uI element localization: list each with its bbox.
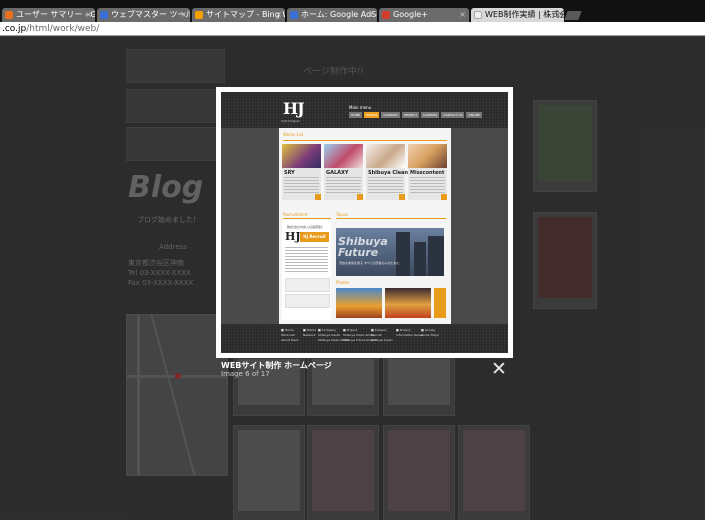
footer-column: ■ Privacy Information Rules	[396, 328, 423, 337]
card-name: GALAXY	[326, 170, 349, 176]
lightbox-image[interactable]: HJ hybrid japan Main menu HOME WORKS COMPA…	[221, 92, 508, 353]
preview-footer: ■ Home Work List About Team ■ Works Network…	[221, 324, 508, 353]
tab-close-icon[interactable]: ×	[367, 8, 374, 22]
preview-nav: HOME WORKS COMPANY PROJECT CAREERS CONTACT US…	[349, 112, 484, 118]
tab-2[interactable]: サイトマップ - Bing Web ×	[192, 8, 285, 22]
preview-photo	[336, 288, 382, 318]
preview-side-banner	[285, 294, 330, 308]
preview-divider	[283, 140, 447, 141]
preview-photo-tab	[434, 288, 446, 318]
preview-recruit-text	[285, 247, 328, 273]
tab-label: ウェブマスター ツール	[111, 10, 190, 19]
lightbox-image-counter: Image 6 of 17	[221, 370, 270, 378]
card-name: SRY	[284, 170, 295, 176]
preview-shibuya-banner: Shibuya Future 渋谷の未来を創る すべての渋谷の人のために	[336, 228, 444, 276]
tab-close-icon[interactable]: ×	[275, 8, 282, 22]
tab-1[interactable]: ウェブマスター ツール ×	[97, 8, 190, 22]
tab-5-active[interactable]: WEB制作実績 | 株式会 ×	[471, 8, 564, 22]
card-text	[326, 177, 361, 195]
preview-recruit-logo: HJ	[285, 230, 301, 243]
preview-logo: HJ	[283, 99, 305, 118]
preview-recruit-badge: HJ Recruit	[300, 232, 329, 242]
card-name: Misscontent	[410, 170, 445, 176]
card-photo	[366, 144, 405, 168]
card-photo	[408, 144, 447, 168]
preview-nav-item: HOME	[349, 112, 363, 118]
lightbox-close-icon[interactable]: ✕	[491, 360, 507, 379]
tab-close-icon[interactable]: ×	[554, 8, 561, 22]
card-corner	[315, 194, 321, 200]
analytics-favicon-icon	[5, 11, 13, 19]
preview-nav-item: CONTACT US	[441, 112, 465, 118]
url-path: /html/work/web/	[26, 24, 100, 34]
new-tab-button[interactable]	[564, 11, 582, 20]
tab-close-icon[interactable]: ×	[180, 8, 187, 22]
address-bar[interactable]: .co.jp/html/work/web/	[0, 22, 705, 36]
tab-label: WEB制作実績 | 株式会	[485, 10, 564, 19]
preview-nav-item: ONLINE	[466, 112, 482, 118]
card-photo	[282, 144, 321, 168]
preview-side-label: Recruitment	[283, 212, 308, 217]
preview-nav-item: COMPANY	[381, 112, 401, 118]
preview-shibuya-title: Shibuya Future	[338, 235, 388, 259]
preview-shibuya-desc: 渋谷の未来を創る すべての渋谷の人のために	[339, 261, 400, 265]
preview-header: HJ hybrid japan Main menu HOME WORKS COMPA…	[221, 92, 508, 128]
preview-logo-subtitle: hybrid japan	[281, 119, 300, 123]
lightbox-frame: HJ hybrid japan Main menu HOME WORKS COMPA…	[216, 87, 513, 358]
card-text	[284, 177, 319, 195]
page-favicon-icon	[474, 11, 482, 19]
preview-card: SRY	[282, 144, 321, 200]
preview-recruit-box: 【株式会社HJ新入社員募集】 HJ HJ Recruit	[282, 220, 331, 320]
browser-tab-strip: ユーザー サマリー - Goo × ウェブマスター ツール × サイトマップ -…	[0, 0, 705, 22]
preview-photo	[385, 288, 431, 318]
preview-nav-item: CAREERS	[421, 112, 440, 118]
card-corner	[357, 194, 363, 200]
preview-section-label: Works List	[283, 132, 304, 137]
banner-building	[414, 242, 426, 276]
preview-nav-item: PROJECT	[402, 112, 420, 118]
card-corner	[441, 194, 447, 200]
banner-building	[396, 232, 410, 276]
preview-content: Works List SRY GALAXY Shibuya Clean Smil…	[279, 128, 451, 324]
card-corner	[399, 194, 405, 200]
preview-card: Misscontent	[408, 144, 447, 200]
tab-label: ユーザー サマリー - Goo	[16, 10, 95, 19]
preview-nav-item: WORKS	[364, 112, 380, 118]
banner-building	[428, 236, 444, 276]
preview-card: Shibuya Clean Smile	[366, 144, 425, 200]
footer-column: ■ Access Ginza Tokyo	[421, 328, 439, 337]
tab-3[interactable]: ホーム: Google AdSense ×	[287, 8, 377, 22]
card-text	[410, 177, 445, 195]
preview-photos-label: Photos	[336, 280, 350, 285]
footer-column: ■ Careers Recruit Shibuya Clean	[371, 328, 393, 342]
card-photo	[324, 144, 363, 168]
tab-label: Google+	[393, 10, 428, 19]
preview-divider	[283, 218, 331, 219]
footer-column: ■ Home Work List About Team	[281, 328, 299, 342]
preview-topics-label: Topics	[336, 212, 349, 217]
webmaster-favicon-icon	[100, 11, 108, 19]
tab-label: サイトマップ - Bing Web	[206, 10, 285, 19]
preview-main-menu-label: Main menu	[349, 105, 372, 110]
adsense-favicon-icon	[290, 11, 298, 19]
tab-close-icon[interactable]: ×	[85, 8, 92, 22]
preview-divider	[336, 218, 446, 219]
card-text	[368, 177, 403, 195]
google-plus-favicon-icon	[382, 11, 390, 19]
url-host: .co.jp	[2, 24, 27, 34]
bing-favicon-icon	[195, 11, 203, 19]
footer-column: ■ Works Network	[303, 328, 316, 337]
tab-0[interactable]: ユーザー サマリー - Goo ×	[2, 8, 95, 22]
tab-4[interactable]: Google+ ×	[379, 8, 469, 22]
preview-side-banner	[285, 278, 330, 292]
tab-close-icon[interactable]: ×	[459, 8, 466, 22]
preview-card: GALAXY	[324, 144, 363, 200]
preview-recruit-tag: 【株式会社HJ新入社員募集】	[285, 225, 325, 229]
tab-label: ホーム: Google AdSense	[301, 10, 377, 19]
